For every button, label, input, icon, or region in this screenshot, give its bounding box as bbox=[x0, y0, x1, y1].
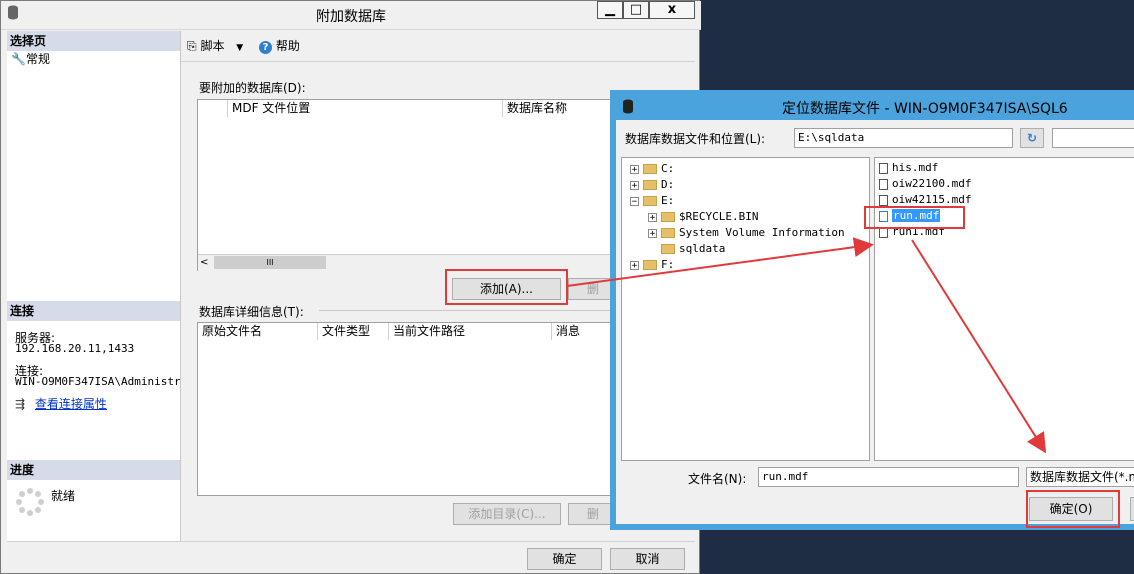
arrow-file-to-ok bbox=[911, 239, 1047, 454]
annotation-arrows bbox=[566, 237, 1047, 454]
arrow-add-to-file bbox=[566, 237, 874, 287]
